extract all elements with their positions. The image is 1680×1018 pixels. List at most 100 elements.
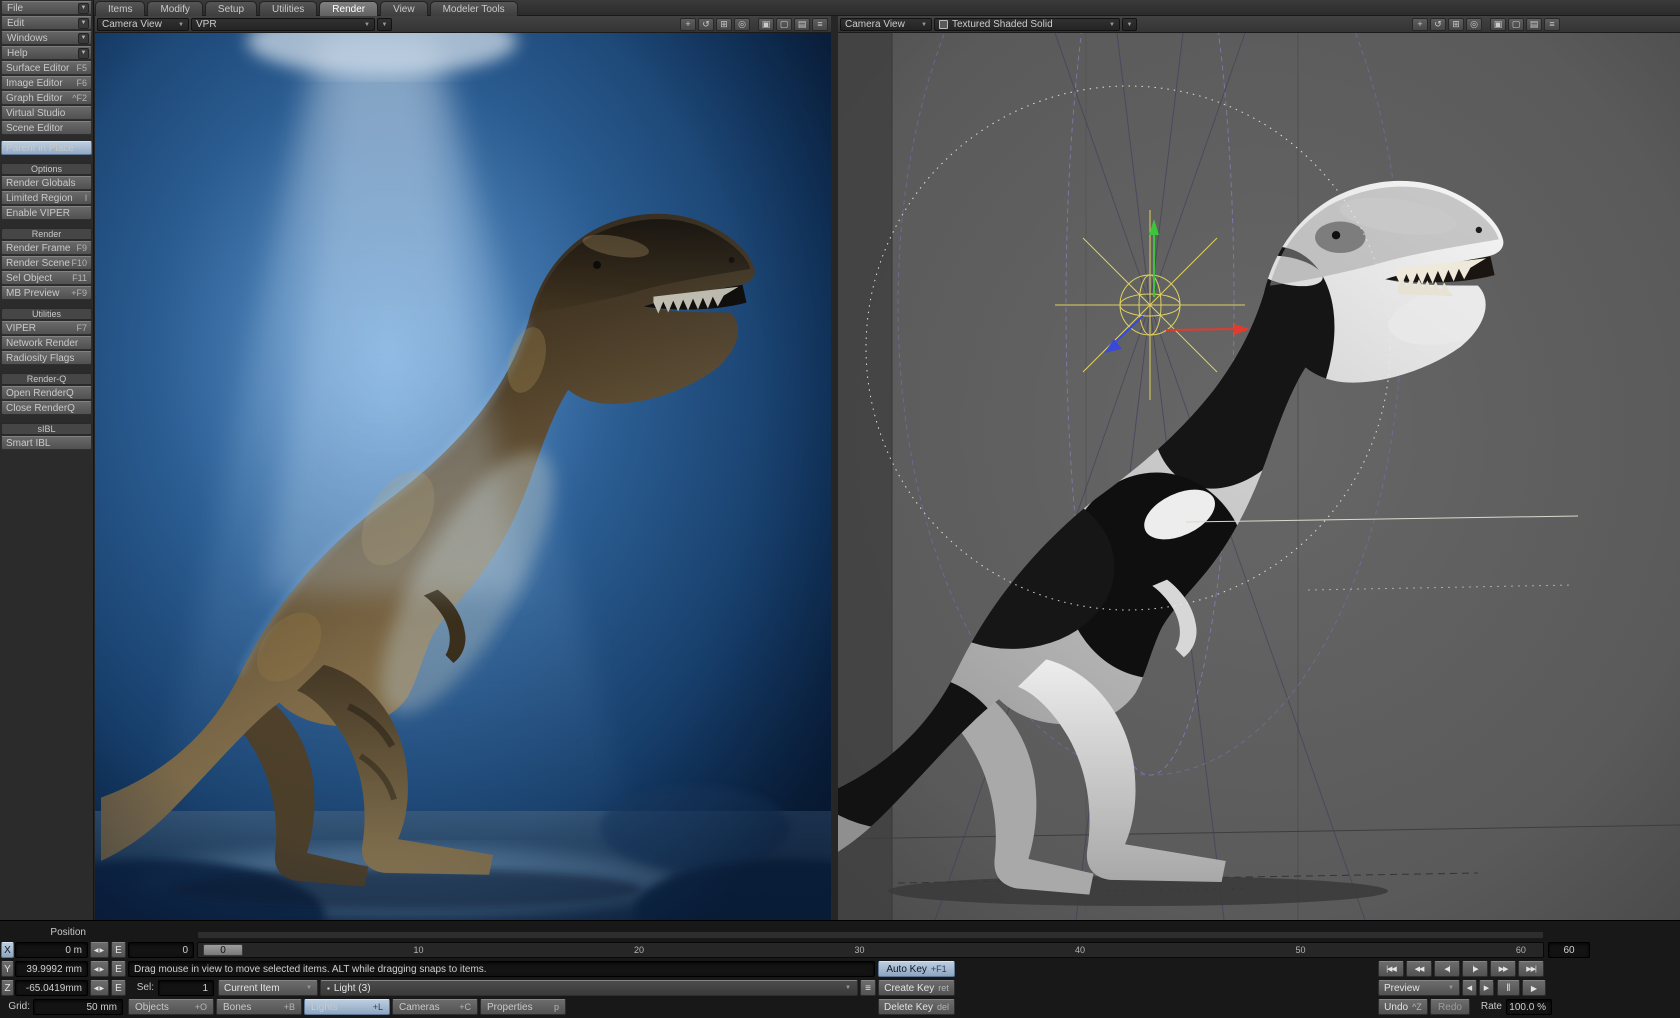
shade-toggle-icon[interactable]: ▣ (1490, 18, 1506, 31)
rate-field[interactable]: 100.0 % (1506, 999, 1552, 1015)
step-back-button[interactable]: ◀| (1434, 961, 1460, 977)
menu-windows-button[interactable]: Windows▼ (1, 31, 92, 45)
shaded-viewport[interactable] (838, 33, 1680, 920)
sidebar-item-open-renderq[interactable]: Open RenderQ (1, 386, 92, 400)
tab-setup[interactable]: Setup (205, 1, 257, 16)
play-button[interactable]: ▶ (1522, 980, 1546, 996)
objects-button[interactable]: Objects+O (128, 999, 214, 1015)
redo-button[interactable]: Redo (1430, 999, 1470, 1015)
list-icon[interactable]: ▤ (1526, 18, 1542, 31)
sidebar-item-image-editor[interactable]: Image EditorF6 (1, 76, 92, 90)
pan-icon[interactable]: + (680, 18, 696, 31)
zoom-icon[interactable]: ⊞ (1448, 18, 1464, 31)
zoom-icon[interactable]: ⊞ (716, 18, 732, 31)
left-view-dropdown[interactable]: Camera View ▼ (97, 18, 189, 31)
auto-key-button[interactable]: Auto Key +F1 (878, 961, 955, 977)
right-render-mode-dropdown[interactable]: Textured Shaded Solid ▼ (934, 18, 1120, 31)
preview-step-forward-button[interactable]: ▶ (1479, 980, 1494, 996)
left-viewport-menu-button[interactable]: ▼ (377, 18, 392, 31)
list-icon[interactable]: ▤ (794, 18, 810, 31)
sidebar-item-network-render[interactable]: Network Render (1, 336, 92, 350)
undo-button[interactable]: Undo ^Z (1378, 999, 1428, 1015)
rotate-icon[interactable]: ↺ (698, 18, 714, 31)
position-x-field[interactable]: 0 m (15, 942, 88, 958)
timeline-tick-label: 40 (1075, 945, 1085, 955)
sidebar-item-virtual-studio[interactable]: Virtual Studio (1, 106, 92, 120)
magnify-icon[interactable]: ◎ (734, 18, 750, 31)
axis-y-button[interactable]: Y (1, 961, 14, 977)
lights-button[interactable]: Lights+L (304, 999, 390, 1015)
viewport-divider[interactable] (831, 16, 838, 920)
sidebar-item-viper[interactable]: VIPERF7 (1, 321, 92, 335)
create-key-button[interactable]: Create Key ret (878, 980, 955, 996)
shade-toggle-icon[interactable]: ▣ (758, 18, 774, 31)
menu-edit-button[interactable]: Edit▼ (1, 16, 92, 30)
axis-x-button[interactable]: X (1, 942, 14, 958)
z-nudge-arrows[interactable]: ◀▶ (90, 980, 109, 996)
menu-file-button[interactable]: File▼ (1, 1, 92, 15)
sidebar-item-render-frame[interactable]: Render FrameF9 (1, 241, 92, 255)
preview-step-back-button[interactable]: ◀ (1462, 980, 1477, 996)
current-item-type-button[interactable]: Current Item ▼ (218, 980, 318, 996)
tab-items[interactable]: Items (95, 1, 145, 16)
pan-icon[interactable]: + (1412, 18, 1428, 31)
bones-button[interactable]: Bones+B (216, 999, 302, 1015)
tab-view[interactable]: View (380, 1, 428, 16)
cameras-button[interactable]: Cameras+C (392, 999, 478, 1015)
position-z-field[interactable]: -65.0419mm (15, 980, 88, 996)
play-forward-button[interactable]: ▶▶ (1490, 961, 1516, 977)
tab-render[interactable]: Render (319, 1, 378, 16)
sidebar-item-surface-editor[interactable]: Surface EditorF5 (1, 61, 92, 75)
chevron-down-icon: ▼ (1448, 985, 1454, 991)
right-view-dropdown[interactable]: Camera View ▼ (840, 18, 932, 31)
sidebar-item-mb-preview[interactable]: MB Preview+F9 (1, 286, 92, 300)
play-reverse-button[interactable]: ◀◀ (1406, 961, 1432, 977)
pause-button[interactable]: ‖ (1497, 980, 1520, 996)
step-forward-button[interactable]: |▶ (1462, 961, 1488, 977)
snapshot-icon[interactable]: ▢ (776, 18, 792, 31)
menu-icon[interactable]: ≡ (1544, 18, 1560, 31)
sidebar-item-parent-in-place[interactable]: Parent in Place (1, 141, 92, 155)
tab-modify[interactable]: Modify (147, 1, 202, 16)
position-y-field[interactable]: 39.9992 mm (15, 961, 88, 977)
end-frame-field[interactable]: 60 (1548, 942, 1590, 958)
sidebar-item-graph-editor[interactable]: Graph Editor^F2 (1, 91, 92, 105)
rotate-icon[interactable]: ↺ (1430, 18, 1446, 31)
go-start-button[interactable]: |◀◀ (1378, 961, 1404, 977)
current-item-dropdown[interactable]: ▪ Light (3) ▼ (320, 980, 858, 996)
x-envelope-button[interactable]: E (111, 942, 126, 958)
dope-track[interactable] (197, 931, 1544, 939)
preview-dropdown[interactable]: Preview ▼ (1378, 980, 1460, 996)
current-frame-field[interactable]: 0 (128, 942, 194, 958)
vpr-render-viewport[interactable] (95, 33, 831, 920)
axis-z-button[interactable]: Z (1, 980, 14, 996)
delete-key-button[interactable]: Delete Key del (878, 999, 955, 1015)
sidebar-item-sel-object[interactable]: Sel ObjectF11 (1, 271, 92, 285)
menu-help-button[interactable]: Help▼ (1, 46, 92, 60)
timeline-slider[interactable]: 0 102030405060 (197, 942, 1544, 958)
right-viewport-menu-button[interactable]: ▼ (1122, 18, 1137, 31)
sidebar-item-close-renderq[interactable]: Close RenderQ (1, 401, 92, 415)
sidebar-item-render-scene[interactable]: Render SceneF10 (1, 256, 92, 270)
tab-utilities[interactable]: Utilities (259, 1, 317, 16)
sidebar-item-radiosity-flags[interactable]: Radiosity Flags (1, 351, 92, 365)
sidebar-item-scene-editor[interactable]: Scene Editor (1, 121, 92, 135)
timeline-handle[interactable]: 0 (203, 944, 243, 956)
z-envelope-button[interactable]: E (111, 980, 126, 996)
magnify-icon[interactable]: ◎ (1466, 18, 1482, 31)
tab-modeler-tools[interactable]: Modeler Tools (430, 1, 518, 16)
sidebar-item-smart-ibl[interactable]: Smart IBL (1, 436, 92, 450)
grid-size-field[interactable]: 50 mm (33, 999, 123, 1015)
x-nudge-arrows[interactable]: ◀▶ (90, 942, 109, 958)
sidebar-item-limited-region[interactable]: Limited Regionl (1, 191, 92, 205)
menu-icon[interactable]: ≡ (812, 18, 828, 31)
y-envelope-button[interactable]: E (111, 961, 126, 977)
snapshot-icon[interactable]: ▢ (1508, 18, 1524, 31)
go-end-button[interactable]: ▶▶| (1518, 961, 1544, 977)
y-nudge-arrows[interactable]: ◀▶ (90, 961, 109, 977)
sidebar-item-enable-viper[interactable]: Enable VIPER (1, 206, 92, 220)
item-list-button[interactable]: ≡ (860, 980, 876, 996)
left-render-mode-dropdown[interactable]: VPR ▼ (191, 18, 375, 31)
properties-button[interactable]: Propertiesp (480, 999, 566, 1015)
sidebar-item-render-globals[interactable]: Render Globals (1, 176, 92, 190)
